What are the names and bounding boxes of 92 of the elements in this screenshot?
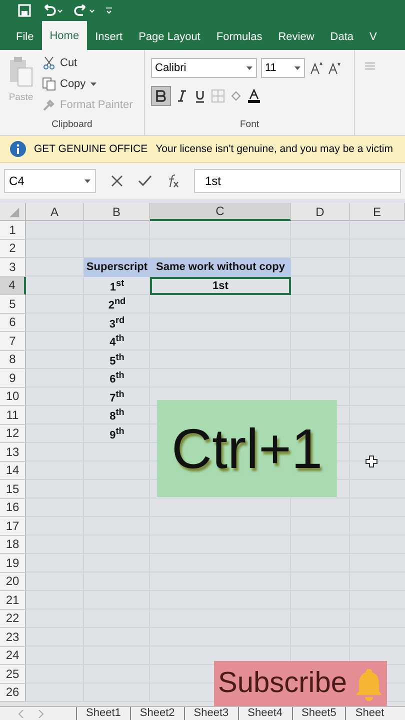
column-header[interactable]: B xyxy=(84,203,150,221)
table-cell: Same work without copy xyxy=(150,258,291,276)
caret-icon xyxy=(246,66,253,70)
cut-button[interactable]: Cut xyxy=(42,54,133,72)
underline-icon xyxy=(193,89,207,103)
table-cell-text: 4$^{th}$ xyxy=(108,332,126,350)
row-header[interactable]: 2 xyxy=(0,240,26,258)
grow-font-icon xyxy=(309,61,323,75)
table-cell-text: 8$^{th}$ xyxy=(108,406,126,424)
table-cell: Superscript xyxy=(84,258,150,276)
customize-icon[interactable] xyxy=(105,5,113,15)
font-color-icon xyxy=(247,89,261,103)
group-label: Font xyxy=(238,119,260,132)
copy-icon xyxy=(42,77,56,91)
ribbon-tab[interactable]: Insert xyxy=(87,23,131,50)
row-header[interactable]: 13 xyxy=(0,443,26,462)
ribbon-tab[interactable]: Data xyxy=(322,23,362,50)
ribbon-tab[interactable]: Page Layout xyxy=(130,23,208,50)
row-header[interactable]: 23 xyxy=(0,628,26,646)
font-size-field[interactable]: 11 xyxy=(261,58,305,78)
notice-title: GET GENUINE OFFICE xyxy=(34,143,148,155)
caret-icon xyxy=(84,178,91,184)
row-header[interactable]: 4 xyxy=(0,276,26,295)
row-header[interactable]: 20 xyxy=(0,572,26,591)
font-family-field[interactable]: Calibri xyxy=(151,58,257,78)
scissors-icon xyxy=(42,56,56,70)
sheet-tab[interactable]: Sheet3 xyxy=(184,707,238,720)
cancel-icon[interactable] xyxy=(110,174,124,188)
row-header[interactable]: 12 xyxy=(0,424,26,443)
table-cell-text: 7$^{th}$ xyxy=(108,388,126,406)
row-header[interactable]: 3 xyxy=(0,258,26,276)
row-header[interactable]: 19 xyxy=(0,554,26,572)
row-header[interactable]: 17 xyxy=(0,517,26,536)
notice-message: Your license isn't genuine, and you may be a victim xyxy=(156,143,393,155)
row-header[interactable]: 14 xyxy=(0,462,26,480)
selected-cell: 1st xyxy=(150,276,291,295)
table-cell-text: 2$^{nd}$ xyxy=(107,295,127,314)
formula-field[interactable]: 1st xyxy=(194,169,401,193)
row-header[interactable]: 5 xyxy=(0,295,26,314)
subscribe-text: Subscribe xyxy=(218,667,347,700)
caret-icon xyxy=(90,82,97,86)
table-cell-text: 3$^{rd}$ xyxy=(108,314,126,332)
italic-icon xyxy=(175,89,189,103)
table-cell-text: 6$^{th}$ xyxy=(108,369,126,388)
row-header[interactable]: 16 xyxy=(0,498,26,517)
borders-icon xyxy=(211,89,225,103)
sheet-tab[interactable]: Sheet2 xyxy=(130,707,184,720)
sheet-tab[interactable]: Sheet xyxy=(345,707,394,720)
save-icon[interactable] xyxy=(18,4,31,16)
table-cell-text: 9$^{th}$ xyxy=(108,424,126,443)
brush-icon xyxy=(42,98,56,112)
column-header[interactable]: C xyxy=(150,203,291,221)
shrink-font-icon xyxy=(327,61,341,75)
group-label: Clipboard xyxy=(50,119,94,132)
ribbon-tab[interactable]: Review xyxy=(270,23,322,50)
fill-color-icon xyxy=(229,89,243,103)
redo-icon[interactable] xyxy=(73,4,95,16)
row-header[interactable]: 21 xyxy=(0,591,26,610)
table-cell-text: 1$^{st}$ xyxy=(108,276,126,295)
copy-button[interactable]: Copy xyxy=(42,75,133,93)
row-header[interactable]: 22 xyxy=(0,610,26,628)
caret-icon xyxy=(294,66,301,70)
ribbon-tab[interactable]: Formulas xyxy=(208,23,270,50)
row-header[interactable]: 25 xyxy=(0,665,26,684)
row-header[interactable]: 24 xyxy=(0,646,26,665)
row-header[interactable]: 18 xyxy=(0,536,26,554)
row-header[interactable]: 9 xyxy=(0,369,26,388)
row-header[interactable]: 11 xyxy=(0,406,26,424)
name-box[interactable]: C4 xyxy=(4,169,96,193)
row-header[interactable]: 7 xyxy=(0,332,26,350)
function-icon[interactable] xyxy=(166,174,180,188)
column-header[interactable]: E xyxy=(350,203,405,221)
row-header[interactable]: 1 xyxy=(0,221,26,240)
sheet-tab[interactable]: Sheet4 xyxy=(238,707,292,720)
row-header[interactable]: 8 xyxy=(0,350,26,369)
table-cell-text: 5$^{th}$ xyxy=(108,350,126,369)
row-header[interactable]: 6 xyxy=(0,314,26,332)
row-header[interactable]: 26 xyxy=(0,684,26,702)
row-header[interactable]: 15 xyxy=(0,480,26,498)
ribbon-tab[interactable]: File xyxy=(8,23,42,50)
enter-icon[interactable] xyxy=(138,174,152,188)
column-header[interactable]: A xyxy=(26,203,84,221)
ribbon-tab[interactable]: V xyxy=(362,23,385,50)
info-icon xyxy=(10,141,26,157)
cursor-icon xyxy=(365,455,378,468)
ribbon-tab[interactable]: Home xyxy=(42,21,88,50)
shortcut-caption: Ctrl+1 xyxy=(157,400,337,497)
row-header[interactable]: 10 xyxy=(0,388,26,406)
bold-icon[interactable] xyxy=(151,86,171,106)
column-header[interactable]: D xyxy=(291,203,350,221)
sheet-tab[interactable]: Sheet5 xyxy=(292,707,346,720)
sheet-tab[interactable]: Sheet1 xyxy=(76,707,130,720)
